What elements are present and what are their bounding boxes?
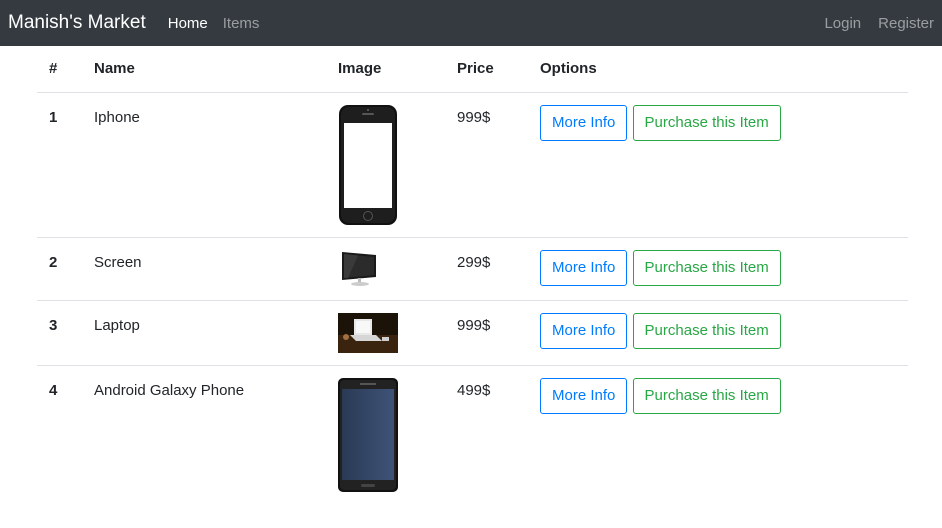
table-header-row: # Name Image Price Options <box>37 46 908 93</box>
purchase-button[interactable]: Purchase this Item <box>632 249 781 286</box>
row-number: 3 <box>37 299 82 365</box>
table-row: 4 Android Galaxy Phone 499$ More Info Pu… <box>37 364 908 504</box>
galaxy-phone-image <box>338 377 398 492</box>
iphone-image <box>339 104 397 225</box>
more-info-button[interactable]: More Info <box>540 312 628 349</box>
navbar: Manish's Market Home Items Login Registe… <box>0 0 942 46</box>
row-number: 4 <box>37 364 82 504</box>
row-options: More Info Purchase this Item <box>528 236 908 300</box>
row-name: Android Galaxy Phone <box>82 364 326 504</box>
header-price: Price <box>445 46 528 93</box>
row-name: Iphone <box>94 108 140 126</box>
nav-items-link[interactable]: Items <box>223 15 260 32</box>
row-options: More Info Purchase this Item <box>528 92 908 237</box>
row-image-cell <box>326 299 445 365</box>
row-name: Laptop <box>82 299 326 365</box>
purchase-button[interactable]: Purchase this Item <box>632 312 781 349</box>
table-row: 2 Screen 299$ More Info Purchase this It… <box>37 236 908 300</box>
purchase-button[interactable]: Purchase this Item <box>632 377 781 414</box>
brand-link[interactable]: Manish's Market <box>8 12 146 34</box>
header-image: Image <box>326 46 445 93</box>
row-options: More Info Purchase this Item <box>528 364 908 504</box>
row-price: 499$ <box>445 364 528 504</box>
table-row: 1 Iphone 999$ More Info Purchase this It… <box>37 92 908 237</box>
nav-home-link[interactable]: Home <box>168 15 208 32</box>
nav-register-link[interactable]: Register <box>878 15 934 32</box>
row-number: 2 <box>37 236 82 300</box>
row-image-cell <box>326 236 445 300</box>
row-image-cell <box>326 364 445 504</box>
row-number: 1 <box>49 108 58 126</box>
row-price: 999$ <box>457 108 491 126</box>
row-options: More Info Purchase this Item <box>528 299 908 365</box>
table-row: 3 Laptop 999$ More Info Purchase this It… <box>37 299 908 365</box>
row-image-cell <box>326 92 445 237</box>
purchase-button[interactable]: Purchase this Item <box>632 104 781 141</box>
header-name: Name <box>82 46 326 93</box>
more-info-button[interactable]: More Info <box>540 104 628 141</box>
row-price: 999$ <box>445 299 528 365</box>
row-name: Screen <box>82 236 326 300</box>
header-options: Options <box>528 46 908 93</box>
more-info-button[interactable]: More Info <box>540 377 628 414</box>
more-info-button[interactable]: More Info <box>540 249 628 286</box>
laptop-image <box>338 312 398 353</box>
items-table-wrapper: # Name Image Price Options 1 Iphone 999$… <box>37 46 908 504</box>
monitor-image <box>342 251 376 286</box>
nav-login-link[interactable]: Login <box>824 15 861 32</box>
nav-right: Login Register <box>807 15 934 32</box>
items-table: # Name Image Price Options 1 Iphone 999$… <box>37 46 908 504</box>
row-price: 299$ <box>445 236 528 300</box>
header-number: # <box>37 46 82 93</box>
